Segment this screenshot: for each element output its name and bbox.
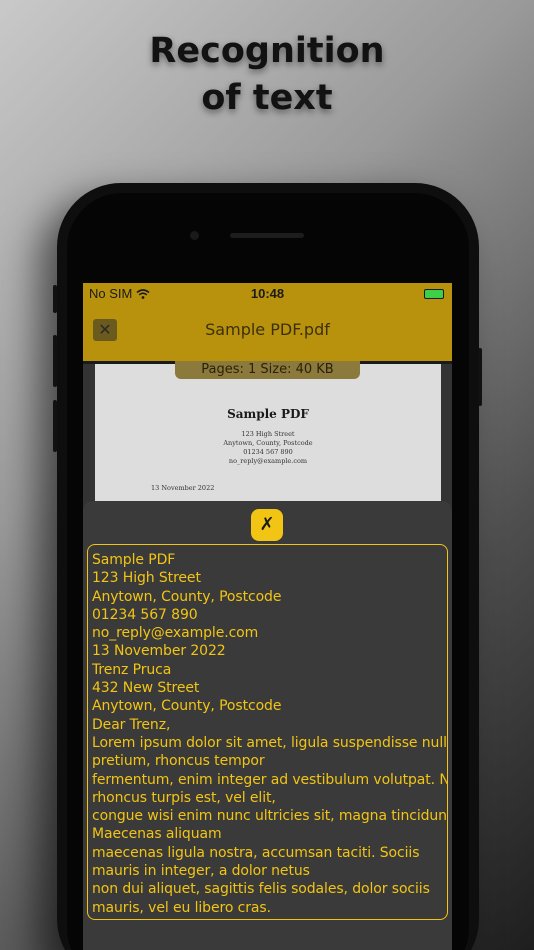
recognized-text-line: 01234 567 890 <box>92 606 198 623</box>
earpiece-speaker <box>230 233 304 238</box>
recognized-text-line: non dui aliquet, sagittis felis sodales,… <box>92 881 430 898</box>
recognized-text-line: Maecenas aliquam <box>92 826 222 843</box>
recognized-text-box[interactable]: Sample PDF 123 High Street Anytown, Coun… <box>87 544 448 920</box>
recognized-text-line: no_reply@example.com <box>92 625 259 642</box>
recognized-text-line: maecenas ligula nostra, accumsan taciti.… <box>92 844 420 861</box>
battery-charging-icon <box>424 289 444 299</box>
pdf-preview-page[interactable]: Sample PDF 123 High Street Anytown, Coun… <box>95 364 441 514</box>
recognized-text-line: Lorem ipsum dolor sit amet, ligula suspe… <box>92 734 448 751</box>
recognized-text-line: 432 New Street <box>92 680 200 697</box>
status-bar: No SIM 10:48 <box>83 283 452 305</box>
dismiss-button[interactable]: ✗ <box>251 509 283 541</box>
navigation-bar: ✕ Sample PDF.pdf <box>83 305 452 361</box>
status-time: 10:48 <box>250 286 285 301</box>
x-mark-icon: ✗ <box>259 514 275 535</box>
recognized-text-line: fermentum, enim integer ad vestibulum vo… <box>92 771 448 788</box>
recognized-text-line: Dear Trenz, <box>92 716 171 733</box>
recognized-text-line: Trenz Pruca <box>92 661 172 678</box>
front-camera <box>190 231 199 240</box>
phone-volume-down <box>53 400 57 452</box>
file-info-badge: Pages: 1 Size: 40 KB <box>175 361 360 379</box>
phone-volume-up <box>53 335 57 387</box>
promo-headline: Recognition of text <box>0 28 534 122</box>
recognized-text-line: 13 November 2022 <box>92 643 226 660</box>
recognized-text-line: mauris, vel eu libero cras. <box>92 899 271 916</box>
headline-line-2: of text <box>201 78 333 118</box>
recognized-text-line: Anytown, County, Postcode <box>92 698 282 715</box>
recognized-text-line: rhoncus turpis est, vel elit, <box>92 789 276 806</box>
recognized-text-line: Sample PDF <box>92 552 176 568</box>
phone-mute-switch <box>53 285 57 313</box>
recognized-text-line: 123 High Street <box>92 570 201 587</box>
preview-date: 13 November 2022 <box>151 484 215 492</box>
phone-power-button <box>478 348 482 406</box>
recognized-text-sheet: ✗ Sample PDF 123 High Street Anytown, Co… <box>83 501 452 950</box>
recognized-text-line: pretium, rhoncus tempor <box>92 753 265 770</box>
recognized-text-line: congue wisi enim nunc ultricies sit, mag… <box>92 808 448 825</box>
preview-address-line: 01234 567 890 <box>243 448 293 456</box>
preview-title: Sample PDF <box>227 407 309 421</box>
preview-address-line: no_reply@example.com <box>228 457 308 465</box>
app-screen: No SIM 10:48 ✕ Sample PDF.pdf Sample PDF… <box>83 283 452 950</box>
preview-address-line: 123 High Street <box>241 430 295 438</box>
recognized-text-line: mauris in integer, a dolor netus <box>92 863 310 880</box>
recognized-text-line: Anytown, County, Postcode <box>92 588 282 605</box>
document-title: Sample PDF.pdf <box>205 320 330 339</box>
headline-line-1: Recognition <box>149 31 385 71</box>
preview-address-line: Anytown, County, Postcode <box>223 439 313 447</box>
